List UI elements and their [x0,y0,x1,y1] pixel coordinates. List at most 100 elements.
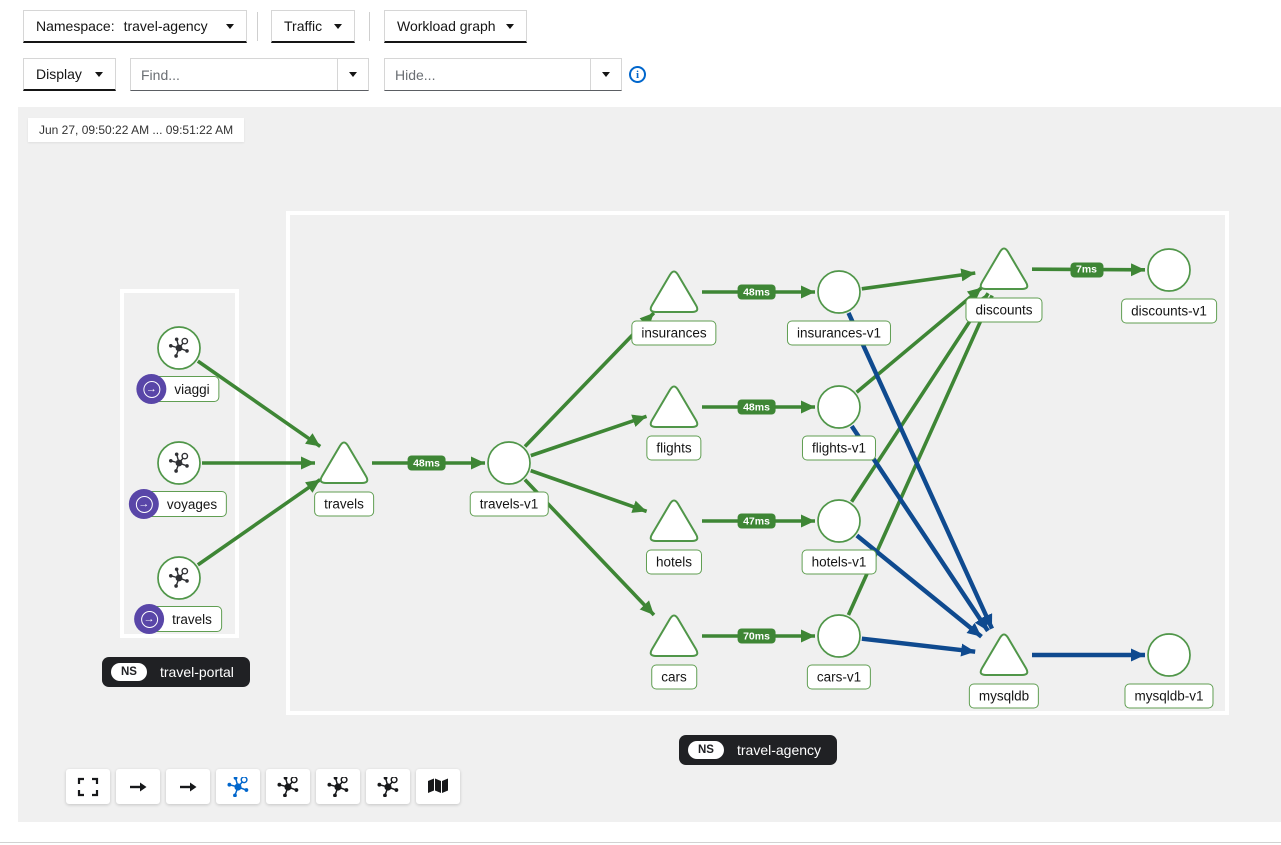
node-label-cars-svc[interactable]: cars [651,665,697,690]
workload-node-discounts-v1[interactable] [1148,249,1190,291]
toolbar-divider [369,12,370,41]
mesh-node-icon [327,777,348,797]
network-icon [227,777,249,797]
display-label: Display [36,66,82,82]
page-bottom-divider [0,842,1281,843]
namespace-badge-travel-portal[interactable]: NStravel-portal [102,657,250,687]
hide-input[interactable] [385,59,590,90]
arrow-right-icon [177,777,199,797]
edge-latency-label: 7ms [1070,262,1103,277]
arrow-right-circle-icon: → [143,381,160,398]
info-circle-icon[interactable]: i [629,66,646,83]
traffic-source-badge: → [134,604,164,634]
node-label-travels-wl[interactable]: →travels [146,606,222,632]
traffic-source-badge: → [129,489,159,519]
namespace-badge-travel-agency[interactable]: NStravel-agency [679,735,837,765]
node-label-text: travels [324,497,364,512]
service-node-mysqldb-svc[interactable] [981,634,1028,675]
workload-node-flights-v1[interactable] [818,386,860,428]
node-label-flights-svc[interactable]: flights [646,436,701,461]
service-node-travels-svc[interactable] [321,442,368,483]
edge-cars-v1-mysqldb-svc[interactable] [862,639,975,652]
workload-node-hotels-v1[interactable] [818,500,860,542]
node-label-hotels-svc[interactable]: hotels [646,550,702,575]
edge-latency-label: 70ms [737,629,776,644]
workload-node-mysqldb-v1[interactable] [1148,634,1190,676]
service-node-discounts-svc[interactable] [981,248,1028,289]
arrow-right-circle-icon: → [135,496,152,513]
layout-network-2-button[interactable] [266,769,310,804]
node-label-discounts-svc[interactable]: discounts [965,298,1042,323]
node-label-text: discounts-v1 [1131,304,1207,319]
traffic-select[interactable]: Traffic [271,10,355,43]
node-label-discounts-v1[interactable]: discounts-v1 [1121,299,1217,324]
node-label-text: mysqldb [979,689,1029,704]
chevron-down-icon [506,24,514,29]
node-label-travels-v1[interactable]: travels-v1 [470,492,549,517]
service-node-insurances-svc[interactable] [651,271,698,312]
layout-dagre-2-button[interactable] [166,769,210,804]
hide-options-toggle[interactable] [590,59,621,90]
edge-latency-label: 47ms [737,514,776,529]
node-label-text: travels-v1 [480,497,539,512]
workload-node-travels-v1[interactable] [488,442,530,484]
chevron-down-icon [334,24,342,29]
workload-node-insurances-v1[interactable] [818,271,860,313]
chevron-down-icon [95,72,103,77]
service-node-flights-svc[interactable] [651,386,698,427]
workload-node-cars-v1[interactable] [818,615,860,657]
node-label-text: cars [661,670,687,685]
graph-type-label: Workload graph [397,18,496,34]
legend-button[interactable] [416,769,460,804]
layout-network-3-button[interactable] [316,769,360,804]
find-options-toggle[interactable] [337,59,368,90]
mesh-node-icon [227,777,248,797]
edge-viaggi-travels-svc[interactable] [198,361,320,446]
node-label-viaggi[interactable]: →viaggi [148,376,219,402]
traffic-label: Traffic [284,18,322,34]
service-node-cars-svc[interactable] [651,615,698,656]
edge-insurances-v1-discounts-svc[interactable] [862,273,975,289]
network-icon [327,777,349,797]
mesh-node-icon [377,777,398,797]
node-label-mysqldb-svc[interactable]: mysqldb [969,684,1039,709]
network-icon [377,777,399,797]
map-icon [427,777,449,797]
node-label-text: cars-v1 [817,670,861,685]
edge-latency-label: 48ms [737,285,776,300]
zoom-to-fit-button[interactable] [66,769,110,804]
arrow-right-circle-icon: → [141,611,158,628]
node-label-travels-svc[interactable]: travels [314,492,374,517]
graph-type-select[interactable]: Workload graph [384,10,527,43]
service-node-hotels-svc[interactable] [651,500,698,541]
node-label-insurances-v1[interactable]: insurances-v1 [787,321,891,346]
node-label-text: hotels-v1 [812,555,867,570]
node-label-text: viaggi [174,382,209,397]
chevron-down-icon [226,24,234,29]
node-label-mysqldb-v1[interactable]: mysqldb-v1 [1124,684,1213,709]
layout-network-1-button[interactable] [216,769,260,804]
find-input[interactable] [131,59,337,90]
chevron-down-icon [349,72,357,77]
layout-network-4-button[interactable] [366,769,410,804]
namespace-select[interactable]: Namespace: travel-agency [23,10,247,43]
node-label-text: insurances [641,326,706,341]
node-label-cars-v1[interactable]: cars-v1 [807,665,871,690]
time-range-label: Jun 27, 09:50:22 AM ... 09:51:22 AM [28,118,244,142]
namespace-name: travel-portal [160,664,234,680]
node-label-text: voyages [167,497,217,512]
node-label-hotels-v1[interactable]: hotels-v1 [802,550,877,575]
chevron-down-icon [602,72,610,77]
node-label-flights-v1[interactable]: flights-v1 [802,436,876,461]
node-label-text: hotels [656,555,692,570]
arrow-right-icon [127,777,149,797]
find-box [130,58,369,91]
display-dropdown[interactable]: Display [23,58,116,91]
layout-dagre-1-button[interactable] [116,769,160,804]
node-label-voyages[interactable]: →voyages [141,491,227,517]
hide-box [384,58,622,91]
namespace-label: Namespace: [36,18,115,34]
node-label-insurances-svc[interactable]: insurances [631,321,716,346]
ns-pill: NS [688,741,724,759]
graph-footer-toolbar [66,769,460,804]
